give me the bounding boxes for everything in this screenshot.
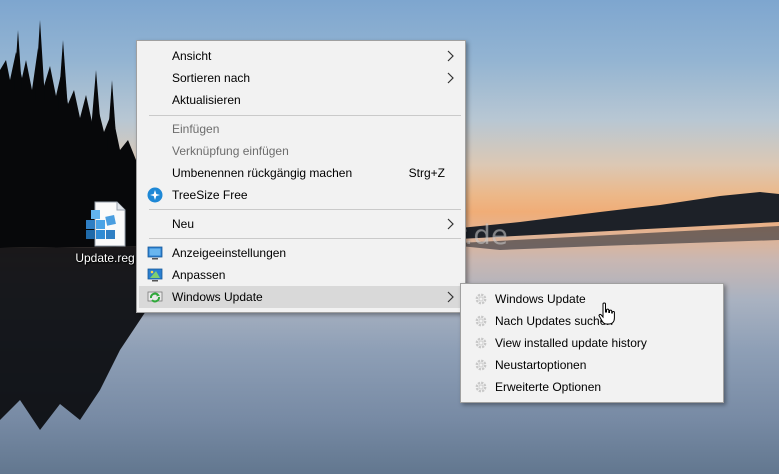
menu-item-label: Erweiterte Optionen [495,380,602,394]
shortcut-label: Strg+Z [408,166,445,180]
chevron-right-icon [447,218,454,230]
gear-icon [475,315,487,327]
gear-icon [475,337,487,349]
registry-file-icon [86,201,126,247]
display-settings-icon [147,246,163,260]
hand-pointer-cursor-icon [598,302,615,325]
windows-update-submenu: Windows Update Nach Updates suchen View … [460,283,724,403]
menu-item-label: Aktualisieren [172,93,241,107]
menu-item-label: Umbenennen rückgängig machen [172,166,353,180]
menu-item-neu[interactable]: Neu [139,213,463,235]
menu-item-label: Neustartoptionen [495,358,587,372]
menu-item-ansicht[interactable]: Ansicht [139,45,463,67]
menu-item-treesize-free[interactable]: TreeSize Free [139,184,463,206]
menu-item-label: Anpassen [172,268,226,282]
menu-separator [149,115,461,116]
menu-item-label: Sortieren nach [172,71,251,85]
chevron-right-icon [447,72,454,84]
gear-icon [475,381,487,393]
gear-icon [475,359,487,371]
menu-item-anpassen[interactable]: Anpassen [139,264,463,286]
menu-item-sortieren-nach[interactable]: Sortieren nach [139,67,463,89]
desktop-icon-label: Update.reg [75,251,135,265]
menu-separator [149,209,461,210]
menu-item-einfuegen: Einfügen [139,118,463,140]
desktop-icon-update-reg[interactable]: Update.reg [72,200,138,265]
gear-icon [475,293,487,305]
menu-item-label: TreeSize Free [172,188,248,202]
submenu-item-neustartoptionen[interactable]: Neustartoptionen [463,354,721,376]
menu-item-label: Windows Update [495,292,586,306]
chevron-right-icon [447,291,454,303]
menu-item-label: Windows Update [172,290,263,304]
windows-update-icon [147,291,163,303]
menu-item-label: Einfügen [172,122,220,136]
menu-item-label: Nach Updates suchen [495,314,614,328]
menu-item-label: View installed update history [495,336,647,350]
menu-item-label: Verknüpfung einfügen [172,144,289,158]
menu-item-aktualisieren[interactable]: Aktualisieren [139,89,463,111]
menu-item-label: Anzeigeeinstellungen [172,246,287,260]
submenu-item-erweiterte-optionen[interactable]: Erweiterte Optionen [463,376,721,398]
menu-separator [149,238,461,239]
chevron-right-icon [447,50,454,62]
menu-item-umbenennen-rueckgaengig[interactable]: Umbenennen rückgängig machen Strg+Z [139,162,463,184]
menu-item-anzeigeeinstellungen[interactable]: Anzeigeeinstellungen [139,242,463,264]
submenu-item-windows-update[interactable]: Windows Update [463,288,721,310]
menu-item-label: Neu [172,217,195,231]
treesize-icon [147,187,163,203]
menu-item-label: Ansicht [172,49,212,63]
desktop-context-menu: Ansicht Sortieren nach Aktualisieren Ein… [136,40,466,313]
menu-item-windows-update[interactable]: Windows Update [139,286,463,308]
submenu-item-update-history[interactable]: View installed update history [463,332,721,354]
menu-item-verknuepfung-einfuegen: Verknüpfung einfügen [139,140,463,162]
submenu-item-nach-updates-suchen[interactable]: Nach Updates suchen [463,310,721,332]
personalize-icon [147,268,163,282]
